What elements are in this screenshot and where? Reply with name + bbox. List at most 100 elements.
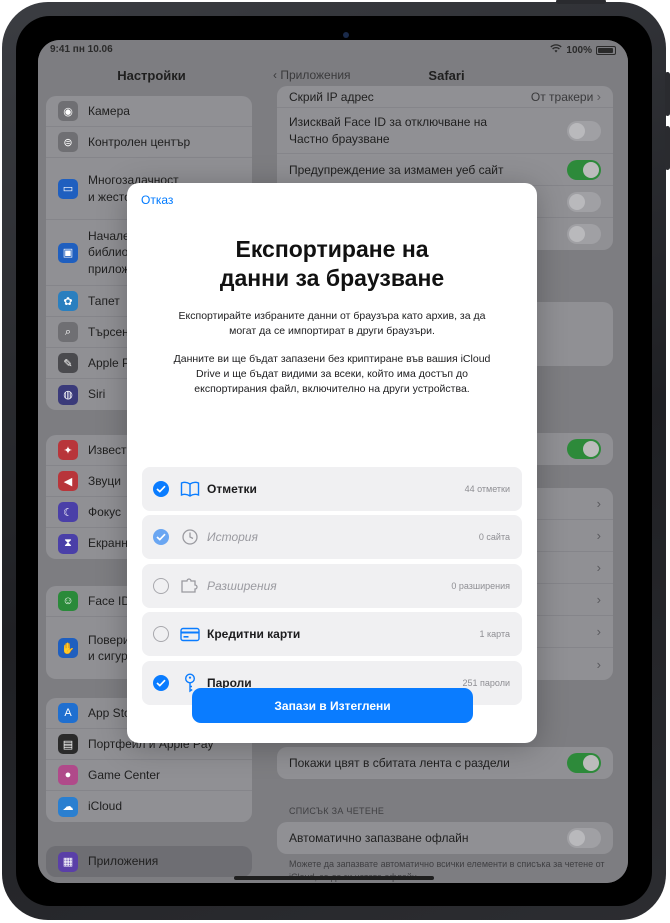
sidebar-item-label: iCloud	[88, 799, 123, 814]
app-store-icon: A	[58, 703, 78, 723]
checkmark-circle-icon[interactable]	[153, 529, 169, 545]
sidebar-group-applications: ▦ Приложения	[46, 846, 252, 877]
volume-up-button	[665, 72, 670, 116]
top-button	[556, 0, 606, 4]
option-label: История	[207, 530, 258, 544]
wallet-icon: ▤	[58, 734, 78, 754]
clock-icon	[179, 526, 201, 548]
moon-icon: ☾	[58, 502, 78, 522]
toggle-tab-color[interactable]	[567, 753, 601, 773]
siri-icon: ◍	[58, 384, 78, 405]
wifi-icon	[550, 44, 563, 56]
dialog-description: Експортирайте избраните данни от браузър…	[178, 310, 486, 338]
toggle-fraud-warning[interactable]	[567, 159, 601, 180]
hourglass-icon: ⧗	[58, 533, 78, 554]
option-count: 0 разширения	[451, 581, 510, 591]
row-label: Скрий IP адрес	[289, 89, 374, 104]
sidebar-item-label: Приложения	[88, 854, 159, 869]
chevron-right-icon: ›	[596, 528, 601, 543]
tabs-group: Покажи цвят в сбитата лента с раздели	[277, 747, 613, 779]
sidebar-item-apps[interactable]: ▦ Приложения	[46, 846, 252, 877]
toggle-faceid[interactable]	[567, 120, 601, 141]
sidebar-item[interactable]: ☁ iCloud	[46, 791, 252, 822]
option-count: 44 отметки	[464, 484, 510, 494]
volume-down-button	[665, 126, 670, 170]
sidebar-item-label: Face ID	[88, 593, 131, 608]
empty-circle-icon[interactable]	[153, 578, 169, 594]
row-auto-save-offline[interactable]: Автоматично запазване офлайн	[277, 822, 613, 854]
chevron-right-icon: ›	[596, 592, 601, 607]
chevron-right-icon: ›	[596, 624, 601, 639]
control-center-icon: ⊜	[58, 132, 78, 152]
status-bar: 9:41 пн 10.06 100%	[38, 40, 628, 60]
dialog-title: Експортиране на данни за браузване	[127, 235, 537, 293]
export-option-row[interactable]: История 0 сайта	[142, 515, 522, 559]
sidebar-item-label: Game Center	[88, 767, 161, 782]
chevron-right-icon: ›	[596, 656, 601, 672]
empty-circle-icon[interactable]	[153, 626, 169, 642]
sidebar-item-label: Тапет	[88, 293, 120, 308]
row-label: Предупреждение за измамен уеб сайт	[289, 162, 504, 177]
row-tab-color[interactable]: Покажи цвят в сбитата лента с раздели	[277, 747, 613, 779]
face-id-icon: ☺	[58, 591, 78, 611]
game-center-icon: ●	[58, 765, 78, 785]
checkmark-circle-icon[interactable]	[153, 481, 169, 497]
sidebar-item-label: Siri	[88, 387, 106, 402]
row-value: От тракери	[530, 90, 594, 104]
hand-icon: ✋	[58, 638, 78, 658]
chevron-right-icon: ›	[596, 560, 601, 575]
option-label: Отметки	[207, 482, 257, 496]
export-browsing-data-dialog: Отказ Експортиране на данни за браузване …	[127, 183, 537, 743]
status-time: 9:41 пн 10.06	[50, 44, 113, 55]
toggle-auto-save[interactable]	[567, 828, 601, 848]
screen: Настройки ◉ Камера ⊜ Контролен център ▭ Много…	[38, 40, 628, 883]
option-count: 0 сайта	[478, 532, 510, 542]
credit-card-icon	[179, 623, 201, 645]
icloud-icon: ☁	[58, 796, 78, 817]
detail-header: ‹ Приложения Safari	[265, 68, 628, 88]
option-count: 251 пароли	[462, 678, 511, 688]
multitasking-icon: ▭	[58, 178, 78, 199]
row-fraud-warning[interactable]: Предупреждение за измамен уеб сайт	[277, 154, 613, 186]
sidebar-item-label: Звуци	[88, 473, 121, 488]
sidebar-item[interactable]: ◉ Камера	[46, 96, 252, 127]
sidebar-item[interactable]: ⊜ Контролен център	[46, 127, 252, 158]
dialog-warning: Данните ви ще бъдат запазени без криптир…	[173, 353, 491, 396]
option-label: Кредитни карти	[207, 627, 301, 641]
reading-list-header: СПИСЪК ЗА ЧЕТЕНЕ	[289, 806, 385, 816]
camera-icon: ◉	[58, 101, 78, 121]
sidebar-item-label: Камера	[88, 103, 130, 118]
cancel-button[interactable]: Отказ	[141, 193, 173, 207]
row-label: Автоматично запазване офлайн	[289, 831, 469, 845]
row-faceid-private[interactable]: Изисквай Face ID за отключване на Частно…	[277, 108, 613, 154]
save-to-downloads-button[interactable]: Запази в Изтеглени	[192, 688, 473, 723]
export-option-row[interactable]: Кредитни карти 1 карта	[142, 612, 522, 656]
front-camera	[343, 32, 349, 38]
row-label: Изисквай Face ID за отключване на Частно…	[289, 115, 488, 146]
detail-title: Safari	[428, 68, 465, 83]
export-option-row[interactable]: Разширения 0 разширения	[142, 564, 522, 608]
chevron-right-icon: ›	[596, 496, 601, 511]
toggle-setting-c[interactable]	[567, 439, 601, 459]
speaker-icon: ◀	[58, 471, 78, 491]
sidebar-item[interactable]: ● Game Center	[46, 760, 252, 791]
sidebar-item-label: Фокус	[88, 504, 122, 519]
dialog-title-text: Експортиране на данни за браузване	[219, 236, 445, 291]
row-label: Покажи цвят в сбитата лента с раздели	[289, 756, 510, 770]
sidebar-title: Настройки	[117, 68, 186, 83]
pencil-icon: ✎	[58, 353, 78, 373]
wallpaper-icon: ✿	[58, 291, 78, 311]
status-right: 100%	[550, 44, 616, 56]
home-indicator[interactable]	[234, 876, 434, 880]
checkmark-circle-icon[interactable]	[153, 675, 169, 691]
puzzle-icon	[179, 575, 201, 597]
toggle-setting-b[interactable]	[567, 224, 601, 244]
option-label: Разширения	[207, 579, 277, 593]
toggle-setting-a[interactable]	[567, 191, 601, 212]
apps-icon: ▦	[58, 851, 78, 872]
option-count: 1 карта	[479, 629, 510, 639]
row-hide-ip[interactable]: Скрий IP адрес От тракери ›	[277, 86, 613, 108]
export-option-row[interactable]: Отметки 44 отметки	[142, 467, 522, 511]
bell-icon: ✦	[58, 440, 78, 460]
sidebar-item-label: Контролен център	[88, 134, 191, 149]
